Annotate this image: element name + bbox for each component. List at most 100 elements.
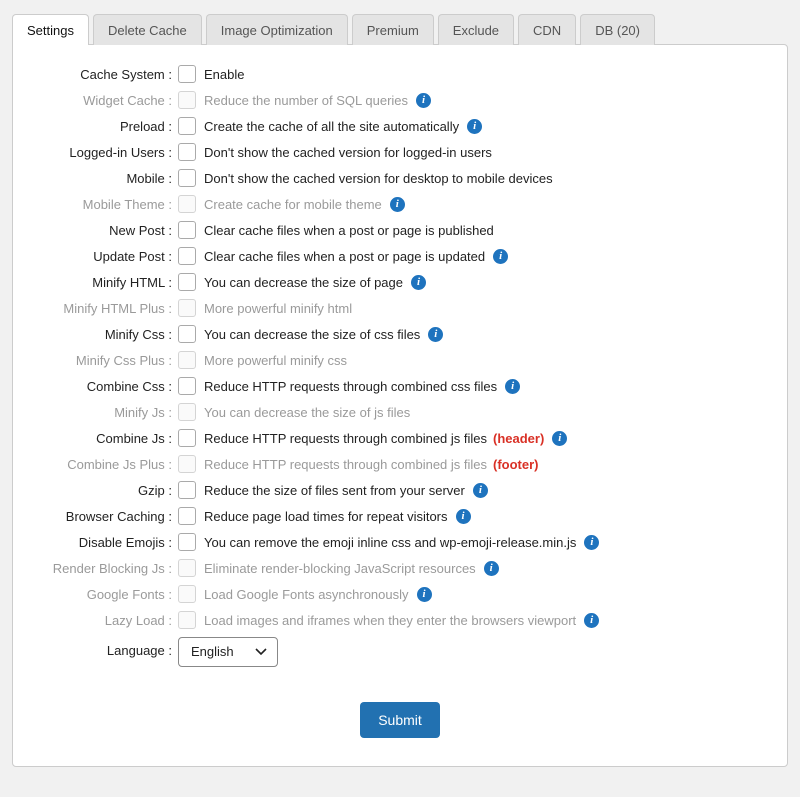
language-select[interactable]: English xyxy=(178,637,278,667)
setting-label: Minify Css : xyxy=(33,327,178,342)
tab-label: CDN xyxy=(533,23,561,38)
checkbox[interactable] xyxy=(178,273,196,291)
setting-row-logged-in-users: Logged-in Users :Don't show the cached v… xyxy=(33,139,767,165)
setting-row-widget-cache: Widget Cache : Reduce the number of SQL q… xyxy=(33,87,767,113)
info-icon[interactable]: i xyxy=(493,249,508,264)
setting-row-mobile: Mobile :Don't show the cached version fo… xyxy=(33,165,767,191)
checkbox[interactable] xyxy=(178,507,196,525)
checkbox xyxy=(178,91,196,109)
submit-button[interactable]: Submit xyxy=(360,702,440,738)
chevron-down-icon xyxy=(255,648,267,656)
setting-label: Lazy Load : xyxy=(33,613,178,628)
checkbox[interactable] xyxy=(178,143,196,161)
setting-row-browser-caching: Browser Caching : Reduce page load times … xyxy=(33,503,767,529)
checkbox xyxy=(178,351,196,369)
setting-label: Minify Css Plus : xyxy=(33,353,178,368)
setting-description: Reduce HTTP requests through combined js… xyxy=(204,457,487,472)
setting-row-minify-js: Minify Js : You can decrease the size of … xyxy=(33,399,767,425)
setting-description: Enable xyxy=(204,67,244,82)
tab-label: Settings xyxy=(27,23,74,38)
setting-row-update-post: Update Post : Clear cache files when a po… xyxy=(33,243,767,269)
setting-description: You can remove the emoji inline css and … xyxy=(204,535,576,550)
setting-row-preload: Preload :Create the cache of all the sit… xyxy=(33,113,767,139)
info-icon[interactable]: i xyxy=(416,93,431,108)
setting-label: Render Blocking Js : xyxy=(33,561,178,576)
tab-settings[interactable]: Settings xyxy=(12,14,89,45)
setting-label: Google Fonts : xyxy=(33,587,178,602)
info-icon[interactable]: i xyxy=(428,327,443,342)
checkbox xyxy=(178,559,196,577)
setting-label: Disable Emojis : xyxy=(33,535,178,550)
tab-delete-cache[interactable]: Delete Cache xyxy=(93,14,202,45)
submit-wrap: Submit xyxy=(33,702,767,738)
checkbox[interactable] xyxy=(178,533,196,551)
setting-description: You can decrease the size of js files xyxy=(204,405,410,420)
setting-tag: (header) xyxy=(493,431,544,446)
tab-exclude[interactable]: Exclude xyxy=(438,14,514,45)
info-icon[interactable]: i xyxy=(484,561,499,576)
settings-panel: Cache System :Enable Widget Cache : Reduce… xyxy=(12,44,788,767)
language-selected-value: English xyxy=(191,644,234,659)
tab-label: Image Optimization xyxy=(221,23,333,38)
setting-description: You can decrease the size of css files xyxy=(204,327,420,342)
setting-label: Preload : xyxy=(33,119,178,134)
setting-label: New Post : xyxy=(33,223,178,238)
checkbox xyxy=(178,611,196,629)
checkbox[interactable] xyxy=(178,221,196,239)
tab-image-optimization[interactable]: Image Optimization xyxy=(206,14,348,45)
checkbox[interactable] xyxy=(178,481,196,499)
tab-label: Premium xyxy=(367,23,419,38)
tab-db-20[interactable]: DB (20) xyxy=(580,14,655,45)
setting-description: More powerful minify css xyxy=(204,353,347,368)
checkbox[interactable] xyxy=(178,377,196,395)
tab-premium[interactable]: Premium xyxy=(352,14,434,45)
checkbox[interactable] xyxy=(178,429,196,447)
setting-label: Mobile Theme : xyxy=(33,197,178,212)
setting-label: Minify Js : xyxy=(33,405,178,420)
info-icon[interactable]: i xyxy=(467,119,482,134)
setting-description: Load Google Fonts asynchronously xyxy=(204,587,409,602)
setting-description: Create cache for mobile theme xyxy=(204,197,382,212)
setting-description: Don't show the cached version for logged… xyxy=(204,145,492,160)
setting-row-combine-css: Combine Css :Reduce HTTP requests throug… xyxy=(33,373,767,399)
setting-label: Combine Js Plus : xyxy=(33,457,178,472)
setting-row-combine-js: Combine Js :Reduce HTTP requests through… xyxy=(33,425,767,451)
setting-description: Reduce the size of files sent from your … xyxy=(204,483,465,498)
setting-row-cache-system: Cache System :Enable xyxy=(33,61,767,87)
checkbox[interactable] xyxy=(178,65,196,83)
setting-description: You can decrease the size of page xyxy=(204,275,403,290)
setting-row-minify-css: Minify Css : You can decrease the size of… xyxy=(33,321,767,347)
setting-label: Widget Cache : xyxy=(33,93,178,108)
setting-label: Gzip : xyxy=(33,483,178,498)
checkbox[interactable] xyxy=(178,325,196,343)
info-icon[interactable]: i xyxy=(584,535,599,550)
setting-label: Update Post : xyxy=(33,249,178,264)
tab-cdn[interactable]: CDN xyxy=(518,14,576,45)
info-icon[interactable]: i xyxy=(505,379,520,394)
setting-description: More powerful minify html xyxy=(204,301,352,316)
info-icon[interactable]: i xyxy=(390,197,405,212)
setting-label: Browser Caching : xyxy=(33,509,178,524)
checkbox[interactable] xyxy=(178,247,196,265)
setting-description: Reduce page load times for repeat visito… xyxy=(204,509,448,524)
setting-row-gzip: Gzip : Reduce the size of files sent from… xyxy=(33,477,767,503)
checkbox[interactable] xyxy=(178,117,196,135)
info-icon[interactable]: i xyxy=(552,431,567,446)
checkbox[interactable] xyxy=(178,169,196,187)
info-icon[interactable]: i xyxy=(473,483,488,498)
setting-row-minify-css-plus: Minify Css Plus : More powerful minify cs… xyxy=(33,347,767,373)
checkbox xyxy=(178,403,196,421)
setting-label: Minify HTML : xyxy=(33,275,178,290)
info-icon[interactable]: i xyxy=(411,275,426,290)
setting-description: Reduce HTTP requests through combined js… xyxy=(204,431,487,446)
info-icon[interactable]: i xyxy=(417,587,432,602)
info-icon[interactable]: i xyxy=(584,613,599,628)
setting-description: Reduce the number of SQL queries xyxy=(204,93,408,108)
setting-label: Minify HTML Plus : xyxy=(33,301,178,316)
setting-tag: (footer) xyxy=(493,457,539,472)
info-icon[interactable]: i xyxy=(456,509,471,524)
tab-bar: Settings Delete Cache Image Optimization Pr… xyxy=(12,14,788,45)
setting-row-render-blocking-js: Render Blocking Js :Eliminate render-blo… xyxy=(33,555,767,581)
setting-description: Clear cache files when a post or page is… xyxy=(204,249,485,264)
setting-label: Combine Css : xyxy=(33,379,178,394)
